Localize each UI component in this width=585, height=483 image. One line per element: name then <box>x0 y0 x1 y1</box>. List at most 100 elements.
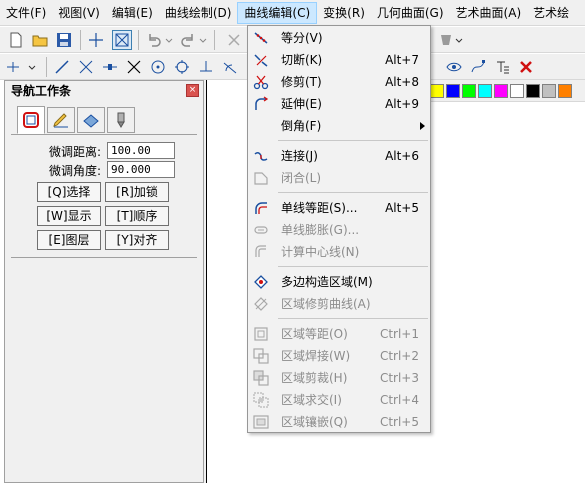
crosshair-icon <box>89 33 103 47</box>
midpoint-icon <box>103 64 117 70</box>
menu-item-centerline[interactable]: 计算中心线(N) <box>249 241 429 263</box>
menu-item-region-trim-curve[interactable]: 区域修剪曲线(A) <box>249 293 429 315</box>
tangent-tool-button[interactable] <box>220 57 240 77</box>
menu-item-chamfer[interactable]: 倒角(F) <box>249 115 429 137</box>
midpoint-tool-button[interactable] <box>100 57 120 77</box>
new-file-button[interactable] <box>6 30 26 50</box>
line-icon <box>55 60 69 74</box>
navigator-close-button[interactable]: × <box>186 84 199 97</box>
region-intersect-icon <box>253 392 269 408</box>
menu-art-draw[interactable]: 艺术绘 <box>527 2 575 24</box>
text-edit-button[interactable] <box>492 57 512 77</box>
color-swatch-silver[interactable] <box>542 84 556 98</box>
color-swatch-white[interactable] <box>510 84 524 98</box>
redo-icon <box>181 34 193 47</box>
menu-item-region-intersect[interactable]: 区域求交(I) Ctrl+4 <box>249 389 429 411</box>
nav-tab-tool[interactable] <box>107 107 135 133</box>
view-eye-button[interactable] <box>444 57 464 77</box>
align-button[interactable]: [Y]对齐 <box>105 230 169 250</box>
cut-off-icon <box>254 54 268 67</box>
cross-tool-button[interactable] <box>124 57 144 77</box>
menu-item-trim[interactable]: 修剪(T) Alt+8 <box>249 71 429 93</box>
line-tool-button[interactable] <box>52 57 72 77</box>
cancel-button[interactable] <box>516 57 536 77</box>
lock-button[interactable]: [R]加锁 <box>105 182 169 202</box>
menu-separator <box>278 266 428 267</box>
curve-edit-menu: 等分(V) 切断(K) Alt+7 修剪(T) Alt+8 延伸(E) Alt+… <box>247 25 431 433</box>
undo-dropdown[interactable] <box>164 30 174 50</box>
delete-button[interactable] <box>224 30 244 50</box>
color-swatch-cyan[interactable] <box>478 84 492 98</box>
polygon-region-icon <box>254 275 268 289</box>
expand-icon <box>254 226 268 234</box>
color-palette <box>430 80 585 102</box>
center-tool-button[interactable] <box>148 57 168 77</box>
color-swatch-black[interactable] <box>526 84 540 98</box>
chevron-down-icon <box>199 38 207 43</box>
menu-geometric-surface[interactable]: 几何曲面(G) <box>371 2 450 24</box>
window-zoom-button[interactable] <box>112 30 132 50</box>
layer-button[interactable]: [E]图层 <box>37 230 101 250</box>
color-swatch-yellow[interactable] <box>430 84 444 98</box>
menu-item-shortcut: Ctrl+1 <box>379 327 419 341</box>
menu-item-polygon-region[interactable]: 多边构造区域(M) <box>249 271 429 293</box>
menu-item-close-shape[interactable]: 闭合(L) <box>249 167 429 189</box>
menu-item-equal-divide[interactable]: 等分(V) <box>249 27 429 49</box>
curve-node-button[interactable] <box>468 57 488 77</box>
circle-center-icon <box>151 60 165 74</box>
menu-separator <box>278 318 428 319</box>
menu-item-single-expand[interactable]: 单线膨胀(G)... <box>249 219 429 241</box>
select-button[interactable]: [Q]选择 <box>37 182 101 202</box>
view-toolbar <box>430 54 585 80</box>
menu-item-extend[interactable]: 延伸(E) Alt+9 <box>249 93 429 115</box>
redo-dropdown[interactable] <box>198 30 208 50</box>
perpendicular-icon <box>200 61 212 72</box>
order-button[interactable]: [T]顺序 <box>105 206 169 226</box>
render-button[interactable] <box>436 30 456 50</box>
redo-button[interactable] <box>178 30 198 50</box>
color-swatch-orange[interactable] <box>558 84 572 98</box>
color-swatch-green[interactable] <box>462 84 476 98</box>
nav-tab-select[interactable] <box>17 106 45 134</box>
menu-item-region-clip[interactable]: 区域剪裁(H) Ctrl+3 <box>249 367 429 389</box>
menu-curve-draw[interactable]: 曲线绘制(D) <box>159 2 238 24</box>
open-file-button[interactable] <box>30 30 50 50</box>
main-toolbar <box>0 27 248 53</box>
menu-edit[interactable]: 编辑(E) <box>106 2 159 24</box>
nav-tab-draw[interactable] <box>47 107 75 133</box>
menu-item-single-offset[interactable]: 单线等距(S)... Alt+5 <box>249 197 429 219</box>
undo-button[interactable] <box>144 30 164 50</box>
menu-item-label: 连接(J) <box>281 149 318 163</box>
perpendicular-tool-button[interactable] <box>196 57 216 77</box>
red-x-icon <box>520 61 532 73</box>
tool-bit-icon <box>117 112 125 128</box>
menu-item-cut-off[interactable]: 切断(K) Alt+7 <box>249 49 429 71</box>
snap-mode-button[interactable] <box>4 57 40 77</box>
nav-tab-surface[interactable] <box>77 107 105 133</box>
menu-item-shortcut: Ctrl+5 <box>379 415 419 429</box>
menu-item-label: 区域镶嵌(Q) <box>281 415 348 429</box>
menu-item-join[interactable]: 连接(J) Alt+6 <box>249 145 429 167</box>
menu-item-label: 区域求交(I) <box>281 393 342 407</box>
render-dropdown[interactable] <box>454 30 464 50</box>
menu-transform[interactable]: 变换(R) <box>317 2 371 24</box>
quadrant-tool-button[interactable] <box>172 57 192 77</box>
open-folder-icon <box>32 35 48 47</box>
fine-distance-input[interactable]: 100.00 <box>107 142 175 159</box>
menu-item-region-weld[interactable]: 区域焊接(W) Ctrl+2 <box>249 345 429 367</box>
intersect-tool-button[interactable] <box>76 57 96 77</box>
menu-view[interactable]: 视图(V) <box>52 2 106 24</box>
menu-item-region-inlay[interactable]: 区域镶嵌(Q) Ctrl+5 <box>249 411 429 433</box>
fine-angle-input[interactable]: 90.000 <box>107 161 175 178</box>
crosshair-button[interactable] <box>86 30 106 50</box>
display-button[interactable]: [W]显示 <box>37 206 101 226</box>
color-swatch-blue[interactable] <box>446 84 460 98</box>
color-swatch-magenta[interactable] <box>494 84 508 98</box>
chevron-down-icon <box>165 38 173 43</box>
menu-item-region-offset[interactable]: 区域等距(O) Ctrl+1 <box>249 323 429 345</box>
menu-file[interactable]: 文件(F) <box>0 2 52 24</box>
menu-curve-edit[interactable]: 曲线编辑(C) <box>237 1 318 24</box>
menu-art-surface[interactable]: 艺术曲面(A) <box>450 2 528 24</box>
save-button[interactable] <box>54 30 74 50</box>
intersect-icon <box>79 60 93 74</box>
